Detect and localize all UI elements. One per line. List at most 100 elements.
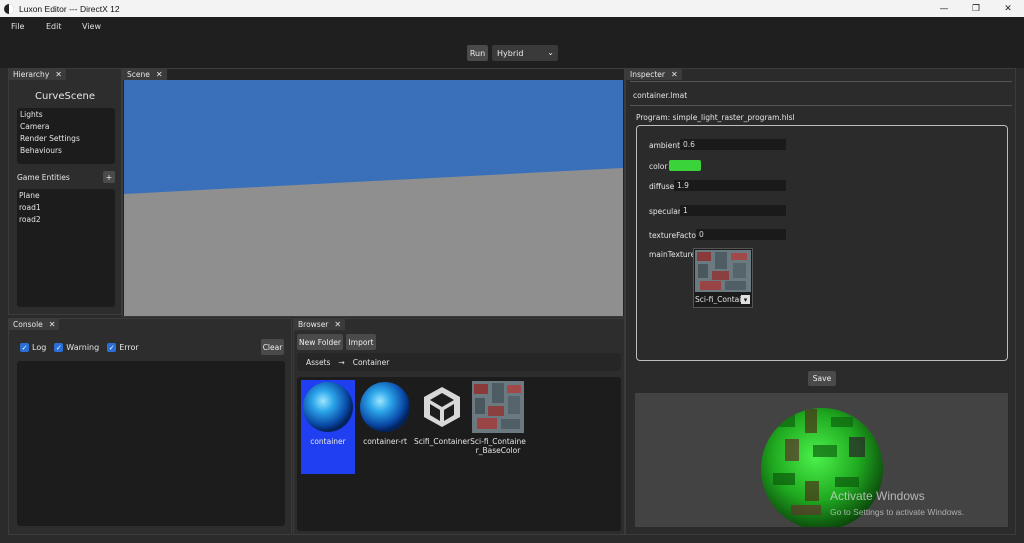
entities-list: Plane road1 road2 <box>17 189 115 307</box>
asset-container[interactable]: container <box>301 381 355 446</box>
window-controls: — ❐ ✕ <box>928 0 1024 17</box>
list-item-road2[interactable]: road2 <box>19 214 113 226</box>
close-icon[interactable]: ✕ <box>55 70 62 79</box>
material-properties-box: ambient 0.6 color diffuse 1.9 specular 1… <box>636 125 1008 361</box>
texture-thumbnail-icon <box>472 381 524 433</box>
tab-scene[interactable]: Scene ✕ <box>123 69 167 80</box>
diffuse-input[interactable]: 1.9 <box>674 180 786 191</box>
dropdown-arrow-icon[interactable]: ▾ <box>741 295 750 304</box>
add-entity-button[interactable]: + <box>103 171 115 183</box>
asset-scifi-container-label: Scifi_Container <box>413 437 471 446</box>
texture-factor-label: textureFactor <box>649 231 700 240</box>
warning-filter-label: Warning <box>66 343 100 352</box>
color-swatch[interactable] <box>669 160 701 171</box>
asset-grid: container container-rt Scifi_Container S… <box>297 377 621 531</box>
specular-label: specular <box>649 207 681 216</box>
log-filter-label: Log <box>32 343 47 352</box>
close-button[interactable]: ✕ <box>992 0 1024 17</box>
scene-viewport[interactable] <box>124 80 623 316</box>
log-filter[interactable]: ✓ Log <box>20 343 46 352</box>
list-item-plane[interactable]: Plane <box>19 190 113 202</box>
hierarchy-panel: Hierarchy ✕ CurveScene Lights Camera Ren… <box>8 68 122 315</box>
save-button[interactable]: Save <box>808 371 836 386</box>
chevron-down-icon: ⌄ <box>547 48 554 57</box>
color-label: color <box>649 162 668 171</box>
scene-settings-list: Lights Camera Render Settings Behaviours <box>17 108 115 164</box>
menu-view[interactable]: View <box>82 22 101 31</box>
diffuse-label: diffuse <box>649 182 675 191</box>
material-preview: Activate Windows Go to Settings to activ… <box>635 393 1008 527</box>
render-mode-select[interactable]: Hybrid ⌄ <box>492 45 558 61</box>
asset-container-label: container <box>310 437 346 446</box>
error-filter[interactable]: ✓ Error <box>107 343 139 352</box>
app-logo-icon <box>4 3 14 14</box>
tab-console[interactable]: Console ✕ <box>9 319 60 330</box>
main-texture-name: Sci-fi_Contai <box>695 295 741 304</box>
warning-filter[interactable]: ✓ Warning <box>54 343 99 352</box>
breadcrumb: Assets → Container <box>297 353 621 371</box>
asset-scifi-basecolor-label: Sci-fi_Containe r_BaseColor <box>470 437 526 455</box>
tab-console-label: Console <box>13 320 43 329</box>
close-icon[interactable]: ✕ <box>671 70 678 79</box>
ambient-input[interactable]: 0.6 <box>680 139 786 150</box>
console-filters: ✓ Log ✓ Warning ✓ Error <box>20 343 139 352</box>
console-output[interactable] <box>17 361 285 526</box>
list-item-render-settings[interactable]: Render Settings <box>20 133 112 145</box>
divider <box>630 105 1012 106</box>
sphere-material-icon <box>303 382 353 432</box>
minimize-button[interactable]: — <box>928 0 960 17</box>
close-icon[interactable]: ✕ <box>334 320 341 329</box>
breadcrumb-assets[interactable]: Assets <box>306 358 330 367</box>
checkmark-icon: ✓ <box>20 343 29 352</box>
error-filter-label: Error <box>119 343 139 352</box>
mesh-cube-icon <box>424 387 460 427</box>
main-texture-label: mainTexture <box>649 250 696 259</box>
tab-browser[interactable]: Browser ✕ <box>294 319 346 330</box>
material-file-name: container.lmat <box>633 91 688 100</box>
asset-scifi-container[interactable]: Scifi_Container <box>413 381 471 446</box>
list-item-camera[interactable]: Camera <box>20 121 112 133</box>
browser-panel: Browser ✕ New Folder Import Assets → Con… <box>293 318 625 535</box>
tab-hierarchy[interactable]: Hierarchy ✕ <box>9 69 66 80</box>
tab-browser-label: Browser <box>298 320 329 329</box>
texture-factor-input[interactable]: 0 <box>696 229 786 240</box>
window-title: Luxon Editor --- DirectX 12 <box>19 3 120 14</box>
new-folder-button[interactable]: New Folder <box>297 334 343 350</box>
maximize-button[interactable]: ❐ <box>960 0 992 17</box>
divider <box>630 81 1012 82</box>
scene-render <box>124 80 623 316</box>
asset-scifi-basecolor[interactable]: Sci-fi_Containe r_BaseColor <box>470 381 526 455</box>
title-bar: Luxon Editor --- DirectX 12 — ❐ ✕ <box>0 0 1024 17</box>
list-item-behaviours[interactable]: Behaviours <box>20 145 112 157</box>
breadcrumb-container[interactable]: Container <box>353 358 390 367</box>
game-entities-label: Game Entities <box>17 173 70 182</box>
breadcrumb-separator: → <box>338 357 345 367</box>
ambient-label: ambient <box>649 141 681 150</box>
tab-hierarchy-label: Hierarchy <box>13 70 50 79</box>
close-icon[interactable]: ✕ <box>156 70 163 79</box>
close-icon[interactable]: ✕ <box>49 320 56 329</box>
render-mode-value: Hybrid <box>497 48 524 58</box>
tab-inspector[interactable]: Inspecter ✕ <box>626 69 682 80</box>
import-button[interactable]: Import <box>346 334 376 350</box>
inspector-panel: Inspecter ✕ container.lmat Program: simp… <box>625 68 1016 535</box>
checkmark-icon: ✓ <box>107 343 117 352</box>
list-item-lights[interactable]: Lights <box>20 109 112 121</box>
run-button[interactable]: Run <box>467 45 488 61</box>
program-label: Program: simple_light_raster_program.hls… <box>636 113 795 122</box>
menu-file[interactable]: File <box>11 22 24 31</box>
activate-windows-subtitle: Go to Settings to activate Windows. <box>830 507 965 517</box>
menu-edit[interactable]: Edit <box>46 22 62 31</box>
toolbar: Run Hybrid ⌄ <box>0 36 1024 68</box>
console-panel: Console ✕ ✓ Log ✓ Warning ✓ Error Clear <box>8 318 292 535</box>
tab-scene-label: Scene <box>127 70 150 79</box>
asset-container-rt-label: container-rt <box>363 437 407 446</box>
clear-button[interactable]: Clear <box>261 339 284 355</box>
scene-name: CurveScene <box>35 91 95 102</box>
specular-input[interactable]: 1 <box>680 205 786 216</box>
texture-thumbnail-icon <box>695 250 751 292</box>
list-item-road1[interactable]: road1 <box>19 202 113 214</box>
tab-inspector-label: Inspecter <box>630 70 666 79</box>
main-texture-slot[interactable]: Sci-fi_Contai ▾ <box>693 248 753 308</box>
asset-container-rt[interactable]: container-rt <box>358 381 412 446</box>
